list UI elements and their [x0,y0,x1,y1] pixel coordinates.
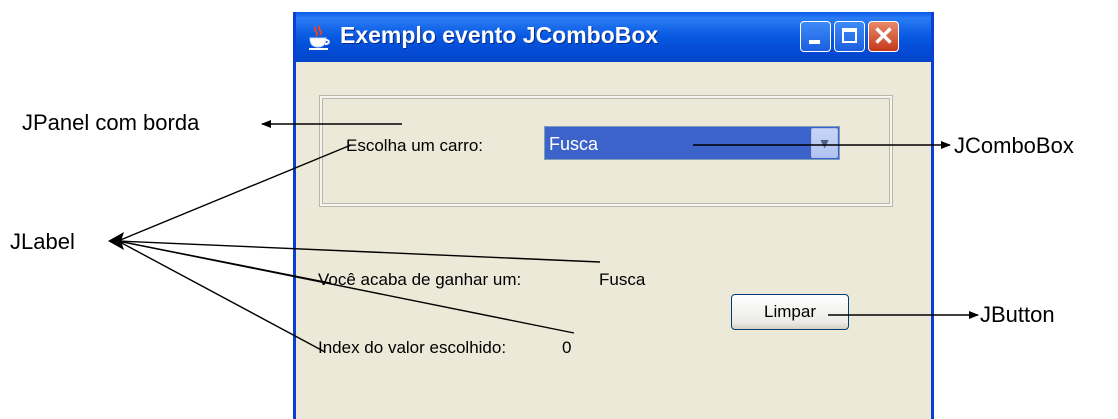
annotation-combobox: JComboBox [954,133,1074,158]
annotation-label: JLabel [10,229,75,254]
annotation-panel: JPanel com borda [22,110,200,135]
label-arrows [117,144,601,353]
annotation-button: JButton [980,302,1055,327]
annotation-arrows [108,120,979,353]
